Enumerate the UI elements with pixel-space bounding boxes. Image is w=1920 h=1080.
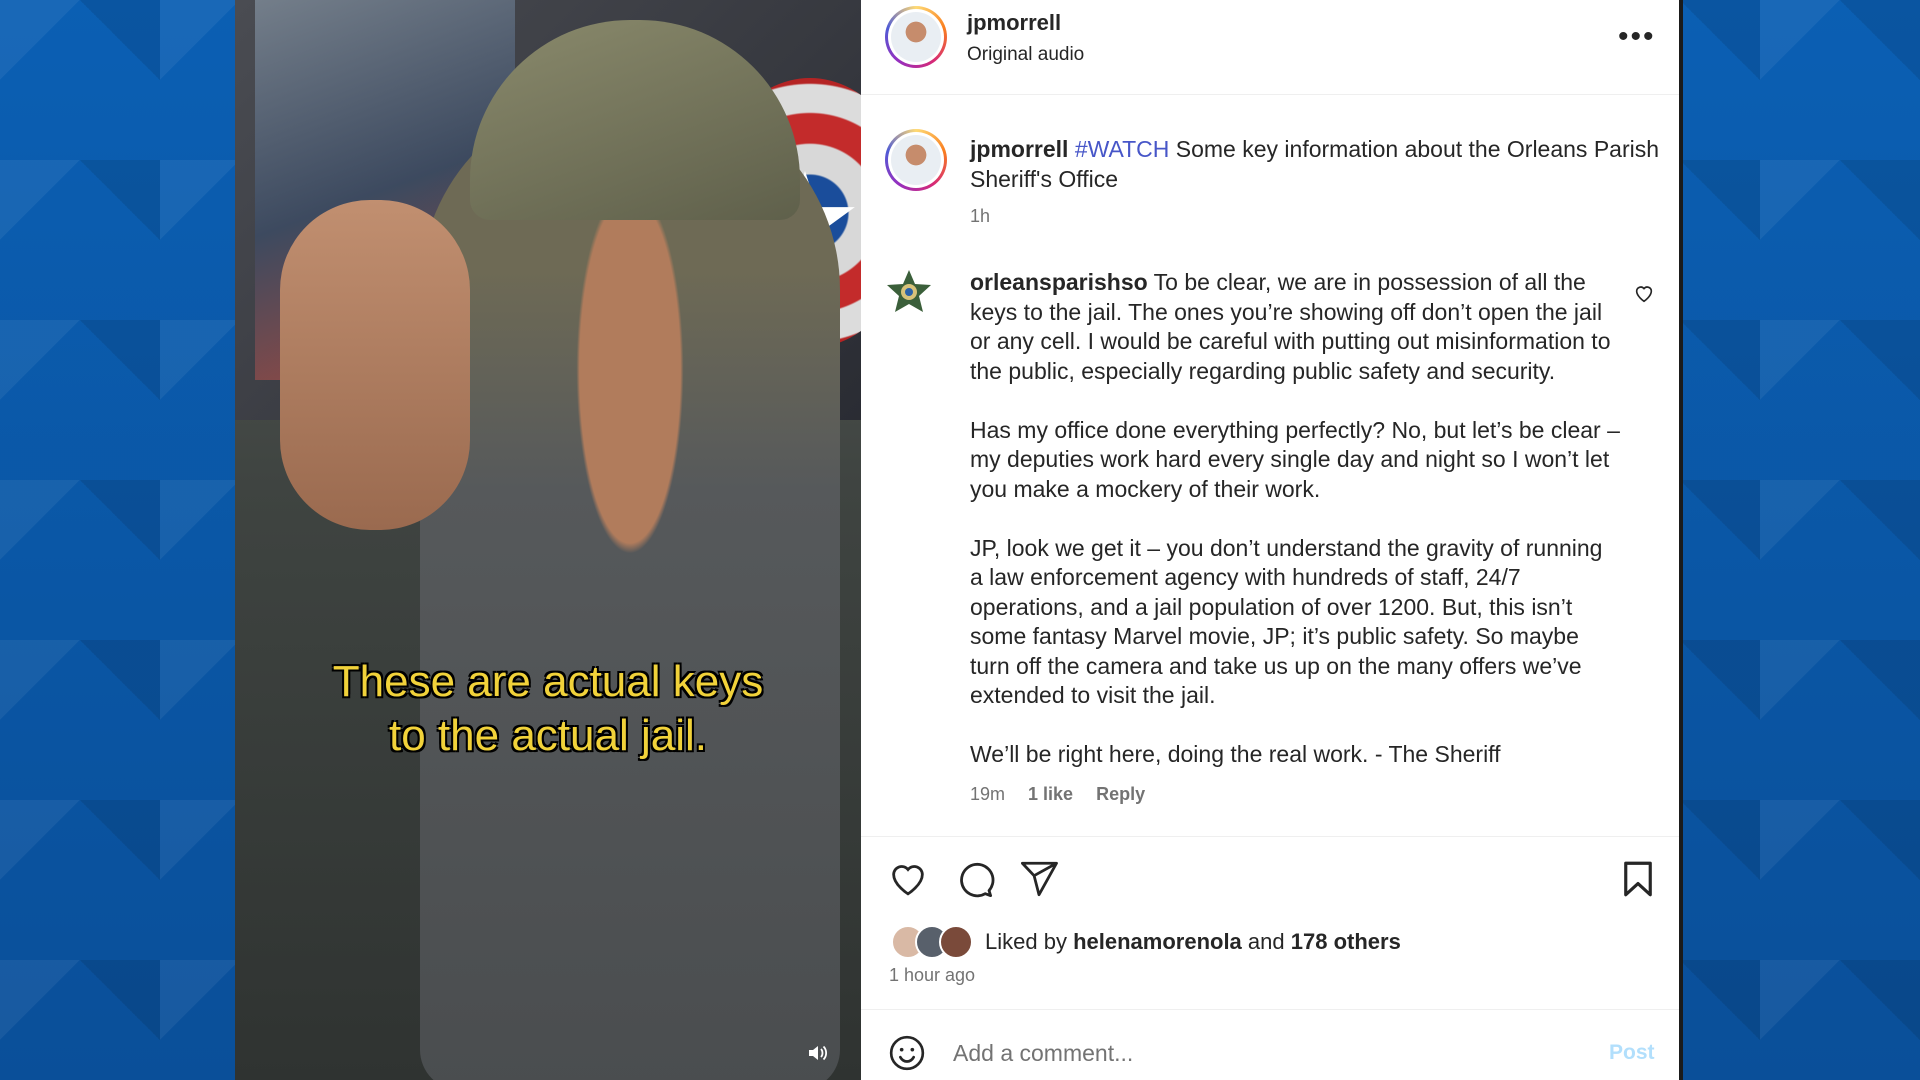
comment-paragraph-2: Has my office done everything perfectly?… (970, 416, 1620, 502)
comment-like-heart-icon[interactable] (1633, 282, 1655, 304)
liked-by-and: and (1247, 929, 1285, 954)
original-audio-link[interactable]: Original audio (967, 44, 1084, 66)
divider (861, 1009, 1679, 1010)
post-header: jpmorrell Original audio ••• (861, 0, 1679, 95)
heart-icon[interactable] (887, 858, 929, 900)
sheriff-badge-avatar[interactable] (885, 268, 933, 320)
post-caption: jpmorrell #WATCH Some key information ab… (970, 134, 1660, 194)
caption-line-2: to the actual jail. (389, 711, 707, 760)
caption-text: Some key information about the Orleans P… (970, 136, 1660, 192)
bookmark-icon[interactable] (1617, 858, 1659, 900)
post-panel: jpmorrell Original audio ••• jpmorrell #… (861, 0, 1679, 1080)
comment-paragraph-4: We’ll be right here, doing the real work… (970, 741, 1501, 767)
avatar[interactable] (885, 6, 947, 68)
posted-time[interactable]: 1 hour ago (889, 965, 975, 986)
comment-meta: 19m 1 like Reply (970, 784, 1163, 805)
share-icon[interactable] (1018, 858, 1060, 900)
comment-likes[interactable]: 1 like (1028, 784, 1073, 804)
comment-paragraph-3: JP, look we get it – you don’t understan… (970, 534, 1603, 709)
comment-icon[interactable] (953, 858, 995, 900)
emoji-icon[interactable] (887, 1033, 927, 1073)
caption-line-1: These are actual keys (332, 657, 764, 706)
liked-by-others[interactable]: 178 others (1291, 929, 1401, 954)
video-person (420, 90, 840, 1080)
video-caption: These are actual keys to the actual jail… (235, 655, 861, 763)
liker-avatar (939, 925, 973, 959)
liked-by-user[interactable]: helenamorenola (1073, 929, 1242, 954)
liked-by: Liked by helenamorenola and 178 others (891, 925, 1401, 959)
post-time[interactable]: 1h (970, 206, 990, 227)
comment-username[interactable]: orleansparishso (970, 269, 1148, 295)
more-options-icon[interactable]: ••• (1618, 20, 1656, 54)
caption-avatar[interactable] (885, 129, 947, 191)
reel-video[interactable]: ★ These are actual keys to the actual ja… (235, 0, 861, 1080)
header-username[interactable]: jpmorrell (967, 10, 1061, 36)
liked-by-prefix: Liked by (985, 929, 1067, 954)
comment-time: 19m (970, 784, 1006, 804)
post-button[interactable]: Post (1609, 1041, 1655, 1065)
divider (861, 836, 1679, 837)
frame-edge (1679, 0, 1683, 1080)
hashtag-link[interactable]: #WATCH (1075, 136, 1170, 162)
reply-button[interactable]: Reply (1096, 784, 1145, 804)
video-hand (280, 200, 470, 530)
comment-body: orleansparishso To be clear, we are in p… (970, 268, 1620, 799)
caption-username[interactable]: jpmorrell (970, 136, 1068, 162)
speaker-icon[interactable] (805, 1040, 831, 1066)
comment-input[interactable]: Add a comment... (953, 1040, 1133, 1067)
